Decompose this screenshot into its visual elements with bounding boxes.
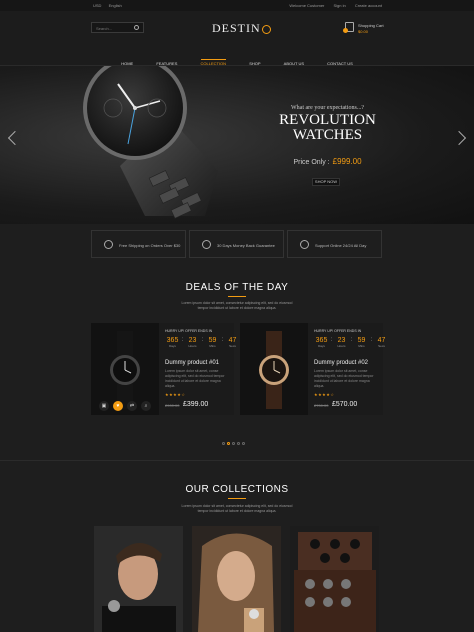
collection-watch-box[interactable] bbox=[290, 526, 379, 632]
welcome-text: Welcome Customer bbox=[289, 3, 325, 8]
product-description: Lorem ipsum dolor sit amet, conse adipis… bbox=[314, 369, 374, 388]
hero-price-value: £999.00 bbox=[332, 157, 362, 166]
currency-select[interactable]: USD bbox=[93, 3, 101, 8]
carousel-dots bbox=[222, 432, 247, 445]
hero-price-label: Price Only : bbox=[293, 159, 330, 166]
quick-view-icon[interactable]: ⌕ bbox=[141, 401, 151, 411]
site-header: Search... DESTIN Shopping Cart $0.00 HOM… bbox=[0, 11, 474, 66]
feature-label: Free Shipping on Orders Over $30 bbox=[119, 243, 181, 248]
compare-icon[interactable]: ⇄ bbox=[127, 401, 137, 411]
carousel-dot[interactable] bbox=[237, 442, 240, 445]
countdown-timer: 365 Days:23 Hours:59 Mins:47 Secs bbox=[165, 337, 240, 349]
deal-card[interactable]: ▣ ♥ ⇄ ⌕ HURRY UP! OFFER ENDS IN 365 Days:… bbox=[91, 323, 236, 415]
account-links: Welcome Customer Sign in Create account bbox=[281, 3, 382, 8]
top-bar: USD English Welcome Customer Sign in Cre… bbox=[0, 0, 474, 11]
create-account-link[interactable]: Create account bbox=[355, 3, 382, 8]
deals-title-underline bbox=[228, 296, 246, 297]
product-description: Lorem ipsum dolor sit amet, conse adipis… bbox=[165, 369, 225, 388]
woman-with-watch-image bbox=[192, 526, 281, 632]
cart-badge bbox=[343, 28, 348, 33]
carousel-dot[interactable] bbox=[232, 442, 235, 445]
deals-description: Lorem ipsum dolor sit amet, consectetur … bbox=[181, 301, 293, 310]
hero-subtitle: What are your expectations...? bbox=[291, 105, 364, 111]
old-price: £700.00 bbox=[314, 403, 329, 408]
feature-support: Support Online 24/24 All Day bbox=[287, 230, 382, 258]
cart-icon[interactable]: ▣ bbox=[99, 401, 109, 411]
rocket-icon bbox=[104, 240, 113, 249]
search-icon[interactable] bbox=[134, 25, 139, 30]
watch-box-image bbox=[290, 526, 379, 632]
support-icon bbox=[300, 240, 309, 249]
cart-label: Shopping Cart bbox=[358, 23, 384, 28]
old-price: £900.00 bbox=[165, 403, 180, 408]
feature-label: Support Online 24/24 All Day bbox=[315, 243, 367, 248]
locale-selectors: USD English bbox=[93, 3, 128, 8]
carousel-dot-active[interactable] bbox=[227, 442, 230, 445]
cart-total: $0.00 bbox=[358, 29, 369, 34]
hero-smartwatch-image bbox=[83, 66, 218, 219]
carousel-dot[interactable] bbox=[222, 442, 225, 445]
logo-text: DESTIN bbox=[212, 21, 261, 35]
countdown-hours: 23 Hours bbox=[188, 337, 197, 348]
countdown-days: 365 Days bbox=[315, 337, 328, 348]
feature-label: 30 Days Money Back Guarantee bbox=[217, 243, 275, 248]
collections-title: OUR COLLECTIONS bbox=[185, 484, 289, 495]
countdown-days: 365 Days bbox=[166, 337, 179, 348]
countdown-timer: 365 Days:23 Hours:59 Mins:47 Secs bbox=[314, 337, 389, 349]
countdown-secs: 47 Secs bbox=[377, 337, 386, 348]
countdown-mins: 59 Mins bbox=[357, 337, 366, 348]
site-logo[interactable]: DESTIN bbox=[212, 21, 271, 36]
collection-men[interactable] bbox=[94, 526, 183, 632]
section-divider bbox=[0, 460, 474, 461]
watch-product-image bbox=[259, 331, 289, 409]
hero-title: REVOLUTION WATCHES bbox=[230, 113, 425, 143]
product-image[interactable] bbox=[240, 323, 308, 415]
feature-money-back: 30 Days Money Back Guarantee bbox=[189, 230, 284, 258]
rating-stars: ★★★★☆ bbox=[314, 392, 335, 397]
countdown-mins: 59 Mins bbox=[208, 337, 217, 348]
deal-card[interactable]: HURRY UP! OFFER ENDS IN 365 Days:23 Hours:… bbox=[240, 323, 385, 415]
shop-now-button[interactable]: SHOP NOW bbox=[312, 178, 340, 186]
collections-title-underline bbox=[228, 498, 246, 499]
logo-o-mark-icon bbox=[261, 24, 271, 34]
feature-free-shipping: Free Shipping on Orders Over $30 bbox=[91, 230, 186, 258]
new-price: £399.00 bbox=[183, 401, 209, 408]
collection-women[interactable] bbox=[192, 526, 281, 632]
countdown-hours: 23 Hours bbox=[337, 337, 346, 348]
hero-slider: What are your expectations...? REVOLUTIO… bbox=[0, 66, 474, 224]
offer-label: HURRY UP! OFFER ENDS IN bbox=[314, 329, 362, 333]
offer-label: HURRY UP! OFFER ENDS IN bbox=[165, 329, 213, 333]
money-icon bbox=[202, 240, 211, 249]
features-bar: Free Shipping on Orders Over $30 30 Days… bbox=[91, 230, 383, 258]
product-actions: ▣ ♥ ⇄ ⌕ bbox=[97, 401, 155, 411]
hero-title-line1: REVOLUTION bbox=[279, 112, 376, 128]
rating-stars: ★★★★☆ bbox=[165, 392, 186, 397]
new-price: £570.00 bbox=[332, 401, 358, 408]
collections-description: Lorem ipsum dolor sit amet, consectetur … bbox=[181, 504, 293, 513]
sign-in-link[interactable]: Sign in bbox=[334, 3, 346, 8]
man-with-watch-image bbox=[94, 526, 183, 632]
language-select[interactable]: English bbox=[109, 3, 122, 8]
carousel-dot[interactable] bbox=[242, 442, 245, 445]
deals-title: DEALS OF THE DAY bbox=[185, 282, 289, 293]
wishlist-heart-icon[interactable]: ♥ bbox=[113, 401, 123, 411]
countdown-secs: 47 Secs bbox=[228, 337, 237, 348]
search-input[interactable]: Search... bbox=[91, 22, 144, 33]
product-name[interactable]: Dummy product #01 bbox=[165, 360, 219, 366]
hero-title-line2: WATCHES bbox=[292, 127, 363, 143]
search-placeholder: Search... bbox=[96, 26, 113, 31]
product-name[interactable]: Dummy product #02 bbox=[314, 360, 368, 366]
hero-price: Price Only : £999.00 bbox=[230, 157, 425, 166]
